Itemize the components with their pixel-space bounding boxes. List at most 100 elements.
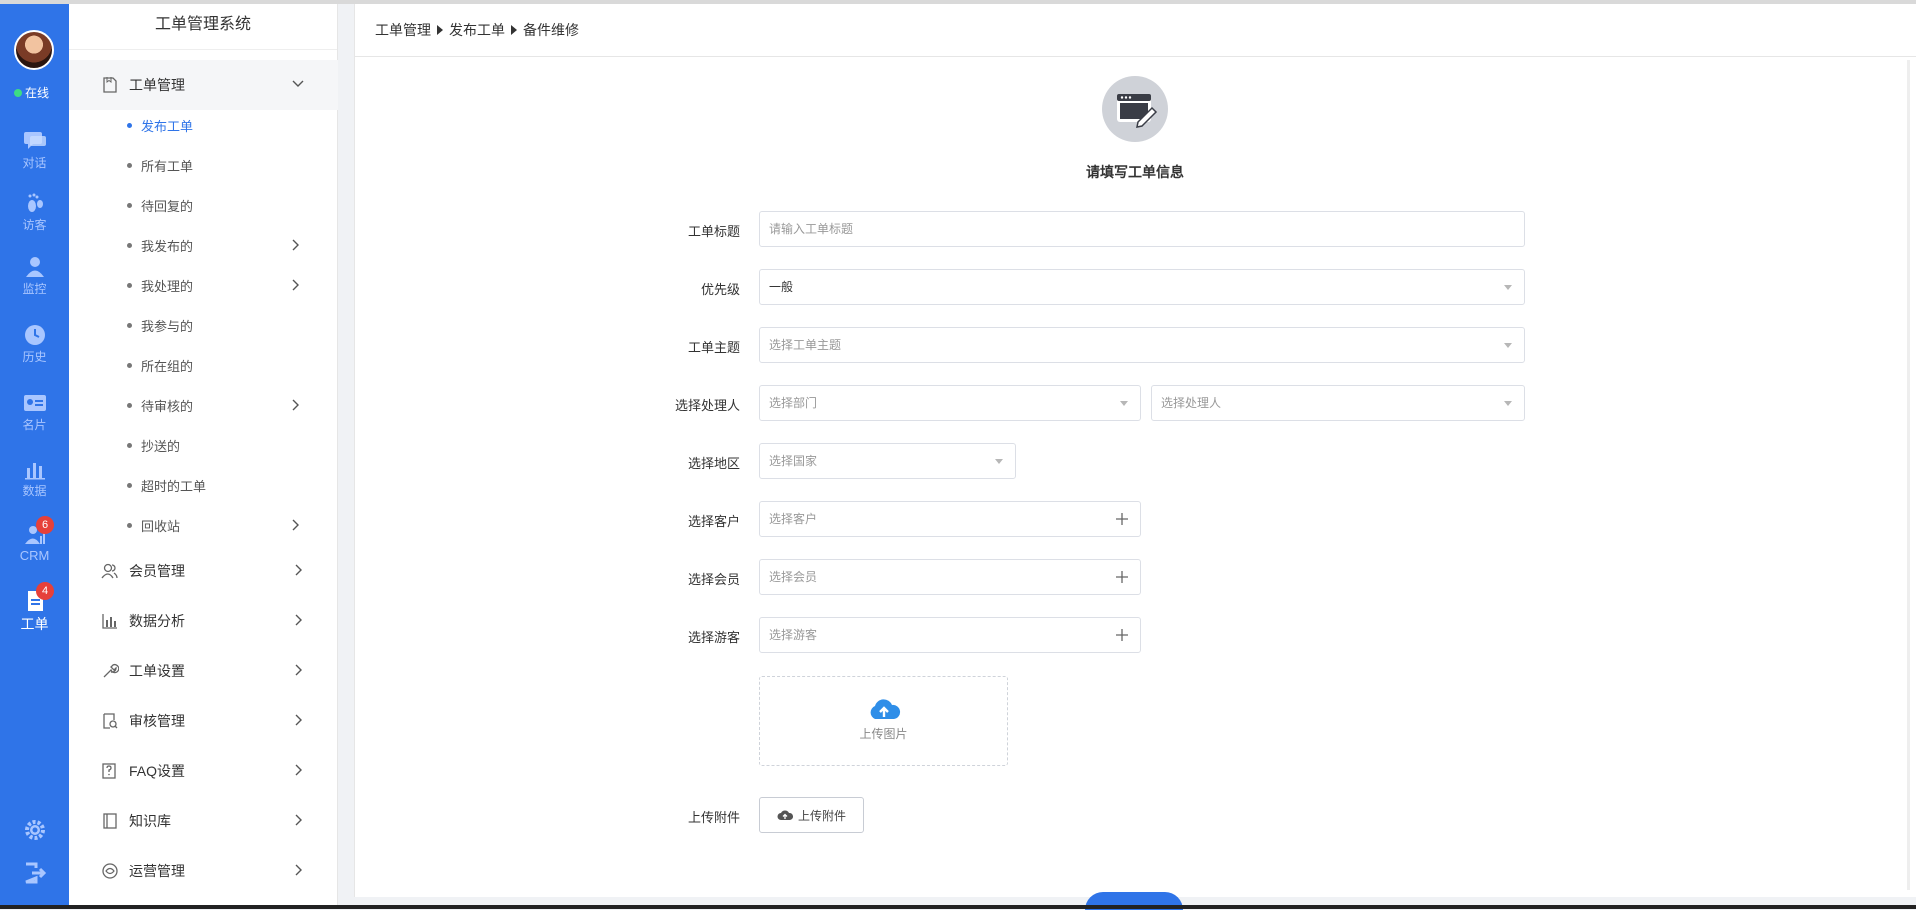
menu-item-label: 回收站 bbox=[141, 518, 181, 534]
menu-group-knowledge-base[interactable]: 知识库 bbox=[69, 796, 338, 846]
rail-item-label: 对话 bbox=[22, 156, 47, 170]
online-status: 在线 bbox=[14, 84, 49, 101]
members-icon bbox=[101, 563, 118, 579]
menu-item-my-handled[interactable]: 我处理的 bbox=[127, 265, 337, 305]
chevron-right-icon bbox=[292, 399, 299, 411]
chevron-right-icon bbox=[295, 864, 302, 876]
faq-icon bbox=[102, 763, 116, 779]
chat-icon bbox=[23, 132, 46, 149]
menu-group-ticket-management[interactable]: 工单管理 bbox=[69, 60, 338, 110]
rail-item-monitor[interactable]: 监控 bbox=[0, 256, 69, 297]
bullet-icon bbox=[127, 522, 132, 528]
country-select[interactable]: 选择国家 bbox=[759, 443, 1016, 479]
title-label: 工单标题 bbox=[687, 224, 740, 239]
handler-label: 选择处理人 bbox=[674, 398, 740, 413]
priority-select[interactable]: 一般 bbox=[759, 269, 1525, 305]
customer-placeholder: 选择客户 bbox=[769, 512, 818, 526]
menu-group-label: 工单设置 bbox=[129, 663, 185, 679]
caret-down-icon bbox=[1120, 401, 1128, 406]
customer-picker[interactable]: 选择客户 bbox=[759, 501, 1141, 537]
rail-item-visitor[interactable]: 访客 bbox=[0, 192, 69, 233]
upload-attachment-button[interactable]: 上传附件 bbox=[759, 797, 864, 833]
caret-down-icon bbox=[1504, 285, 1512, 290]
handler-select[interactable]: 选择处理人 bbox=[1151, 385, 1525, 421]
upload-attachment-label: 上传附件 bbox=[797, 808, 846, 823]
chevron-right-icon bbox=[295, 814, 302, 826]
settings-button[interactable] bbox=[0, 818, 69, 845]
logout-button[interactable] bbox=[0, 862, 69, 887]
caret-right-icon bbox=[437, 25, 443, 35]
title-placeholder: 请输入工单标题 bbox=[769, 222, 854, 236]
menu-item-overdue[interactable]: 超时的工单 bbox=[127, 465, 337, 505]
topic-select[interactable]: 选择工单主题 bbox=[759, 327, 1525, 363]
menu-group-label: 知识库 bbox=[129, 813, 171, 829]
analytics-icon bbox=[102, 614, 117, 629]
menu-item-all-tickets[interactable]: 所有工单 bbox=[127, 145, 337, 185]
menu-group-label: FAQ设置 bbox=[129, 763, 186, 779]
title-input[interactable]: 请输入工单标题 bbox=[759, 211, 1525, 247]
member-placeholder: 选择会员 bbox=[769, 570, 818, 584]
logout-icon bbox=[24, 862, 46, 884]
image-upload-area[interactable]: 上传图片 bbox=[759, 676, 1008, 766]
menu-item-cc[interactable]: 抄送的 bbox=[127, 425, 337, 465]
rail-item-label: CRM bbox=[19, 548, 50, 563]
attachment-label: 上传附件 bbox=[687, 810, 740, 825]
chevron-right-icon bbox=[295, 614, 302, 626]
menu-group-operations[interactable]: 运营管理 bbox=[69, 846, 338, 896]
member-picker[interactable]: 选择会员 bbox=[759, 559, 1141, 595]
main-panel: 工单管理 发布工单 备件维修 请填写工单信息 工单标题 请输入工单标题 优先级 … bbox=[354, 4, 1916, 910]
menu-group-ticket-settings[interactable]: 工单设置 bbox=[69, 646, 338, 696]
book-icon bbox=[103, 813, 117, 829]
menu-group-member-management[interactable]: 会员管理 bbox=[69, 546, 338, 596]
menu-group-label: 会员管理 bbox=[129, 563, 185, 579]
menu-item-my-published[interactable]: 我发布的 bbox=[127, 225, 337, 265]
operations-icon bbox=[102, 863, 118, 879]
menu-item-label: 抄送的 bbox=[141, 438, 181, 454]
caret-down-icon bbox=[995, 459, 1003, 464]
menu-group-data-analysis[interactable]: 数据分析 bbox=[69, 596, 338, 646]
menu-item-label: 待审核的 bbox=[141, 398, 194, 414]
menu-group-faq-settings[interactable]: FAQ设置 bbox=[69, 746, 338, 796]
plus-icon[interactable] bbox=[1114, 627, 1130, 643]
menu-item-my-group[interactable]: 所在组的 bbox=[127, 345, 337, 385]
rail-item-card[interactable]: 名片 bbox=[0, 392, 69, 433]
chevron-right-icon bbox=[292, 279, 299, 291]
breadcrumb-item[interactable]: 工单管理 bbox=[375, 20, 431, 40]
menu-item-awaiting-reply[interactable]: 待回复的 bbox=[127, 185, 337, 225]
chevron-right-icon bbox=[295, 564, 302, 576]
bullet-icon bbox=[127, 242, 132, 248]
online-status-label: 在线 bbox=[25, 86, 50, 100]
rail-item-label: 访客 bbox=[22, 218, 47, 232]
bullet-icon bbox=[127, 202, 132, 208]
clock-icon bbox=[24, 325, 45, 345]
menu-item-pending-review[interactable]: 待审核的 bbox=[127, 385, 337, 425]
avatar[interactable] bbox=[14, 30, 54, 70]
bar-chart-icon bbox=[24, 463, 45, 480]
menu-item-label: 所有工单 bbox=[141, 158, 194, 174]
rail-item-chat[interactable]: 对话 bbox=[0, 130, 69, 171]
visitor-placeholder: 选择游客 bbox=[769, 628, 818, 642]
rail-item-crm[interactable]: 6 CRM bbox=[0, 516, 69, 563]
rail-item-label: 监控 bbox=[22, 282, 47, 296]
breadcrumb-item[interactable]: 发布工单 bbox=[449, 20, 505, 40]
rail-item-data[interactable]: 数据 bbox=[0, 458, 69, 499]
plus-icon[interactable] bbox=[1114, 511, 1130, 527]
menu-item-publish-ticket[interactable]: 发布工单 bbox=[127, 105, 337, 145]
menu-item-recycle-bin[interactable]: 回收站 bbox=[127, 505, 337, 545]
plus-icon[interactable] bbox=[1114, 569, 1130, 585]
rail-item-history[interactable]: 历史 bbox=[0, 324, 69, 365]
priority-value: 一般 bbox=[769, 280, 794, 294]
menu-group-review-management[interactable]: 审核管理 bbox=[69, 696, 338, 746]
menu-item-my-participated[interactable]: 我参与的 bbox=[127, 305, 337, 345]
visitor-picker[interactable]: 选择游客 bbox=[759, 617, 1141, 653]
chevron-right-icon bbox=[295, 764, 302, 776]
scrollbar[interactable] bbox=[1907, 60, 1910, 890]
rail-item-ticket[interactable]: 4 工单 bbox=[0, 582, 69, 634]
priority-label: 优先级 bbox=[700, 282, 740, 297]
online-dot-icon bbox=[14, 88, 22, 97]
wrench-icon bbox=[103, 663, 119, 678]
bottom-edge bbox=[0, 905, 1916, 909]
card-icon bbox=[23, 395, 46, 411]
chevron-down-icon bbox=[292, 80, 304, 87]
department-select[interactable]: 选择部门 bbox=[759, 385, 1141, 421]
